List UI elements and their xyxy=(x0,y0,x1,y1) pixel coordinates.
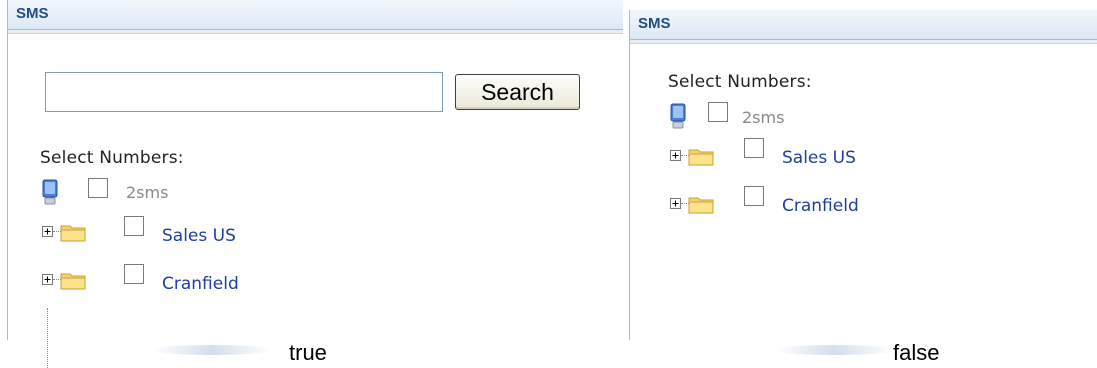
header-divider xyxy=(8,30,623,34)
folder-icon xyxy=(688,197,714,214)
checkbox-2sms[interactable] xyxy=(708,102,728,122)
sms-panel-right: SMS Select Numbers: 2sms Sales US Cranfi… xyxy=(629,10,1097,340)
search-button[interactable]: Search xyxy=(455,74,580,110)
node-label-sales-us[interactable]: Sales US xyxy=(162,226,236,246)
folder-icon xyxy=(60,225,86,242)
tree-root-2sms: 2sms xyxy=(668,98,812,138)
panel-title: SMS xyxy=(630,10,1097,40)
checkbox-2sms[interactable] xyxy=(88,178,108,198)
node-label-cranfield[interactable]: Cranfield xyxy=(782,196,859,216)
computer-icon xyxy=(670,103,686,129)
search-input[interactable] xyxy=(45,72,443,112)
root-label: 2sms xyxy=(126,183,169,202)
tree-node-sales-us: Sales US xyxy=(668,138,856,186)
checkbox-sales-us[interactable] xyxy=(744,138,764,158)
checkbox-sales-us[interactable] xyxy=(124,216,144,236)
node-label-cranfield[interactable]: Cranfield xyxy=(162,274,239,294)
folder-icon xyxy=(688,149,714,166)
caption-false: false xyxy=(893,340,940,365)
sms-panel-left: SMS Search Select Numbers: 2sms Sales US… xyxy=(7,0,623,368)
select-numbers-label: Select Numbers: xyxy=(668,72,812,92)
tree-node-sales-us: Sales US xyxy=(40,214,236,262)
panel-title: SMS xyxy=(8,0,623,30)
decorative-streak xyxy=(774,345,894,355)
tree-line xyxy=(47,308,48,368)
caption-true: true xyxy=(289,340,327,365)
tree-node-cranfield: Cranfield xyxy=(40,262,239,310)
computer-icon xyxy=(42,179,58,205)
checkbox-cranfield[interactable] xyxy=(744,186,764,206)
expand-plus-icon[interactable] xyxy=(42,274,53,285)
header-divider xyxy=(630,40,1097,44)
tree-node-cranfield: Cranfield xyxy=(668,186,859,234)
expand-plus-icon[interactable] xyxy=(670,198,681,209)
checkbox-cranfield[interactable] xyxy=(124,264,144,284)
node-label-sales-us[interactable]: Sales US xyxy=(782,148,856,168)
decorative-streak xyxy=(152,345,272,355)
select-numbers-label: Select Numbers: xyxy=(40,148,184,168)
root-label: 2sms xyxy=(742,108,785,127)
folder-icon xyxy=(60,273,86,290)
number-tree: Select Numbers: 2sms Sales US Cranfield xyxy=(40,148,239,368)
expand-plus-icon[interactable] xyxy=(42,226,53,237)
number-tree: Select Numbers: 2sms Sales US Cranfield xyxy=(668,72,859,234)
expand-plus-icon[interactable] xyxy=(670,150,681,161)
tree-root-2sms: 2sms xyxy=(40,174,184,214)
